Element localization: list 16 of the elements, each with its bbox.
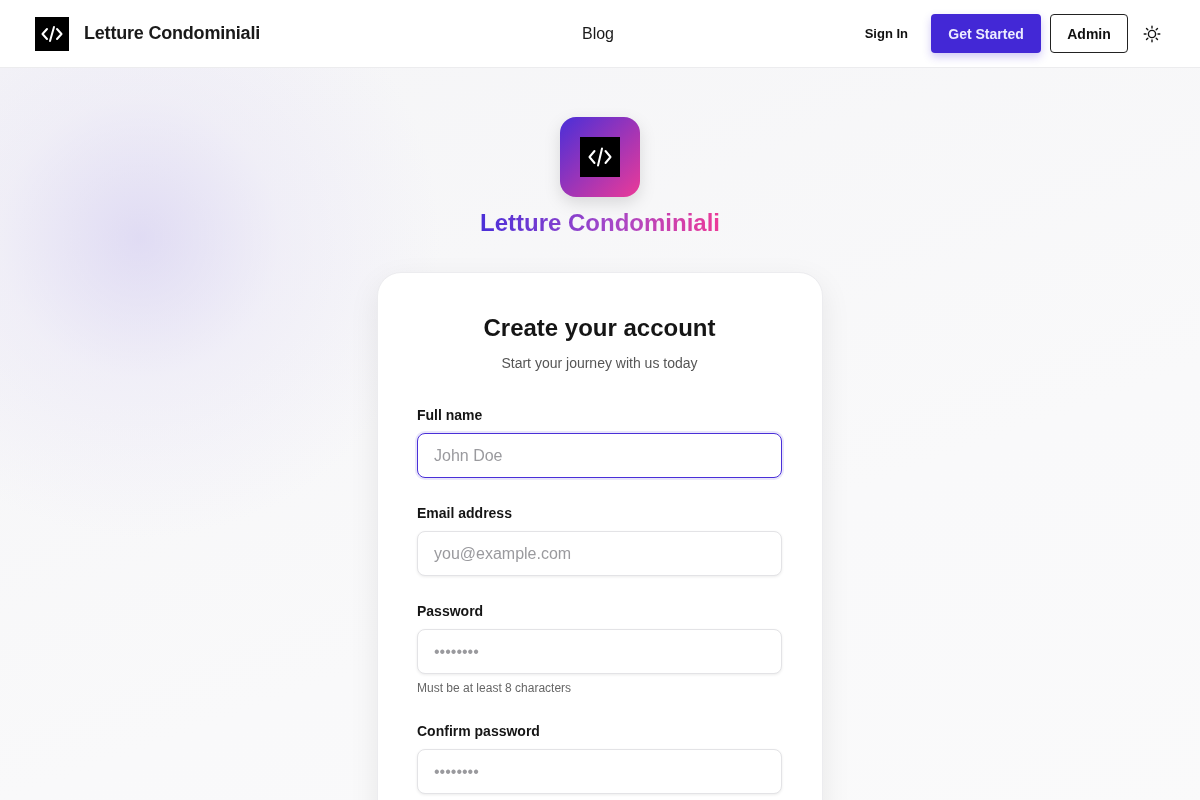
field-label: Password (417, 602, 485, 621)
input-field[interactable]: John Doe (417, 433, 782, 478)
form-subtitle: Start your journey with us today (500, 354, 699, 373)
code-brackets-icon (35, 16, 69, 51)
field-label: Email address (417, 504, 513, 523)
get-started-button[interactable]: Get Started (931, 14, 1041, 53)
field-hint: Must be at least 8 characters (417, 680, 573, 696)
field-label: Full name (417, 406, 484, 425)
admin-button[interactable]: Admin (1050, 14, 1128, 53)
app-logo-icon (560, 117, 640, 197)
blog-nav-link[interactable]: Blog (582, 24, 614, 43)
sign-in-link[interactable]: Sign In (852, 26, 920, 41)
form-title: Create your account (482, 313, 717, 343)
field-label: Confirm password (417, 722, 541, 741)
sun-icon[interactable] (1143, 24, 1161, 43)
brand-name: Letture Condominiali (84, 23, 260, 44)
